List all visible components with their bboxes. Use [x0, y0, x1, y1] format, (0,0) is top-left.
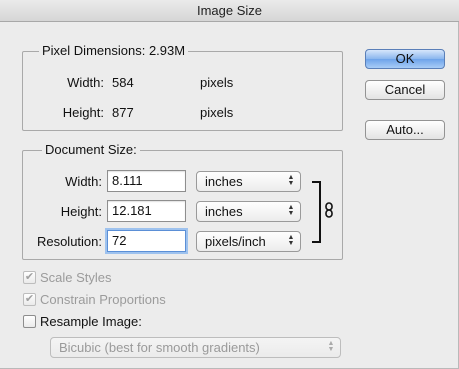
pixel-dimensions-size: 2.93M: [148, 43, 186, 58]
cancel-button[interactable]: Cancel: [365, 80, 445, 100]
resample-method-select[interactable]: Bicubic (best for smooth gradients) ▲ ▼: [50, 337, 341, 358]
check-icon: ✔: [23, 293, 36, 306]
doc-height-input[interactable]: 12.181: [107, 200, 186, 222]
constrain-bracket: [312, 181, 321, 243]
doc-width-unit-select[interactable]: inches ▲ ▼: [196, 171, 301, 192]
unchecked-box: [23, 315, 36, 328]
constrain-proportions-label: Constrain Proportions: [40, 292, 166, 307]
resolution-input[interactable]: 72: [107, 230, 186, 252]
pixel-width-value: 584: [112, 75, 134, 90]
constrain-proportions-checkbox[interactable]: ✔ Constrain Proportions: [23, 292, 223, 308]
resolution-unit-select[interactable]: pixels/inch ▲ ▼: [196, 231, 301, 252]
pixel-width-unit: pixels: [200, 75, 234, 90]
scale-styles-label: Scale Styles: [40, 270, 112, 285]
check-icon: ✔: [23, 271, 36, 284]
resolution-label: Resolution:: [36, 234, 102, 249]
select-arrows-icon: ▲ ▼: [327, 340, 335, 353]
resample-image-checkbox[interactable]: Resample Image:: [23, 314, 223, 330]
pixel-width-label: Width:: [67, 75, 104, 90]
chain-link-icon: [324, 202, 334, 218]
ok-button[interactable]: OK: [365, 49, 445, 69]
document-size-legend: Document Size:: [42, 142, 140, 158]
select-arrows-icon: ▲ ▼: [287, 204, 295, 217]
pixel-height-label: Height:: [62, 105, 104, 120]
image-size-dialog: Image Size Pixel Dimensions: 2.93M Width…: [0, 0, 459, 369]
pixel-height-value: 877: [112, 105, 134, 120]
doc-height-label: Height:: [60, 204, 102, 219]
doc-width-label: Width:: [65, 174, 102, 189]
pixel-height-unit: pixels: [200, 105, 234, 120]
auto-button[interactable]: Auto...: [365, 120, 445, 140]
select-arrows-icon: ▲ ▼: [287, 174, 295, 187]
resample-image-label: Resample Image:: [40, 314, 142, 329]
doc-width-input[interactable]: 8.111: [107, 170, 186, 192]
select-arrows-icon: ▲ ▼: [287, 234, 295, 247]
scale-styles-checkbox[interactable]: ✔ Scale Styles: [23, 270, 223, 286]
pixel-dimensions-legend: Pixel Dimensions: 2.93M: [39, 43, 189, 59]
window-title: Image Size: [0, 0, 459, 22]
doc-height-unit-select[interactable]: inches ▲ ▼: [196, 201, 301, 222]
